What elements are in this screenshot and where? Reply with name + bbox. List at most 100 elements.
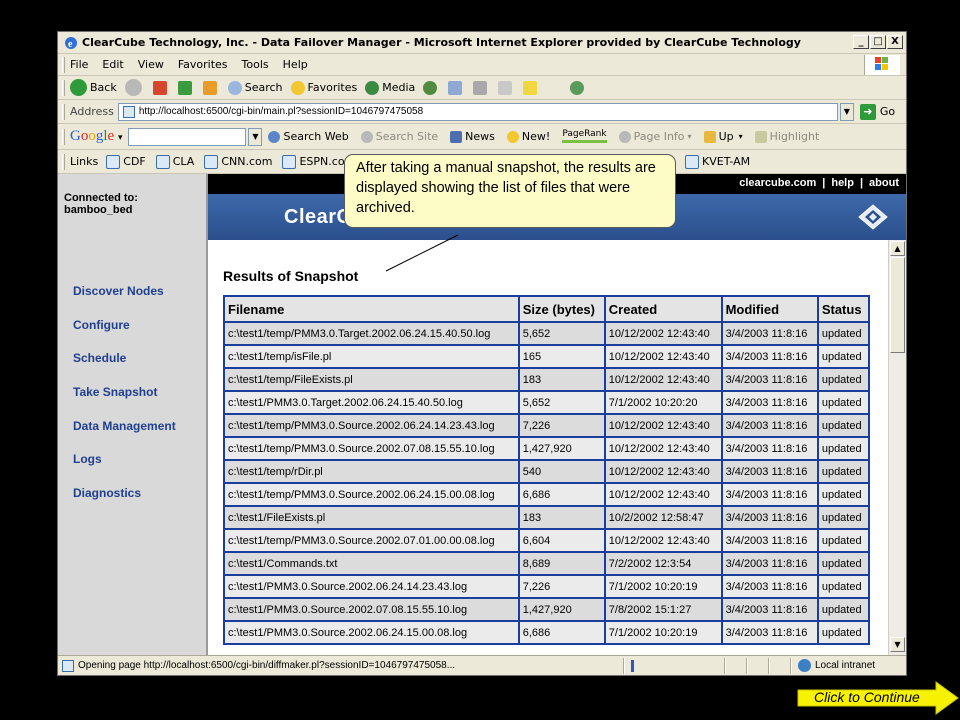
address-dropdown-button[interactable]: ▼ — [839, 102, 854, 121]
forward-button[interactable] — [124, 79, 145, 96]
go-button[interactable]: ➜ Go — [859, 103, 896, 120]
filename-cell: c:\test1/Commands.txt — [225, 553, 518, 574]
search-label: Search — [244, 81, 283, 94]
modified-cell: 3/4/2003 11:8:16 — [722, 369, 817, 390]
menu-file[interactable]: File — [70, 58, 88, 71]
security-zone[interactable]: Local intranet — [798, 659, 875, 672]
table-row: c:\test1/FileExists.pl 183 10/2/2002 12:58… — [225, 507, 868, 528]
link-kvet-am[interactable]: KVET-AM — [685, 154, 750, 169]
media-icon — [365, 80, 380, 95]
table-row: c:\test1/temp/PMM3.0.Source.2002.06.24.1… — [225, 415, 868, 436]
modified-cell: 3/4/2003 11:8:16 — [722, 484, 817, 505]
nav-schedule[interactable]: Schedule — [73, 351, 126, 365]
menu-edit[interactable]: Edit — [102, 58, 123, 71]
help-link[interactable]: help — [831, 177, 854, 189]
new-button[interactable]: New! — [506, 130, 550, 143]
print-button[interactable] — [473, 80, 490, 95]
table-row: c:\test1/temp/isFile.pl 165 10/12/2002 12:… — [225, 346, 868, 367]
results-body: c:\test1/temp/PMM3.0.Target.2002.06.24.1… — [225, 323, 868, 643]
page-icon — [122, 105, 135, 118]
back-button[interactable]: Back — [70, 79, 117, 96]
pagerank-meter[interactable]: PageRank — [562, 130, 607, 143]
history-button[interactable] — [423, 80, 440, 95]
favorites-button[interactable]: Favorites — [290, 80, 357, 95]
messenger-button[interactable] — [570, 80, 587, 95]
link-cdf[interactable]: CDF — [106, 154, 146, 169]
highlight-label: Highlight — [769, 130, 820, 143]
go-label: Go — [879, 105, 896, 118]
edit-button[interactable] — [498, 80, 515, 95]
table-row: c:\test1/PMM3.0.Target.2002.06.24.15.40.… — [225, 392, 868, 413]
menu-favorites[interactable]: Favorites — [178, 58, 228, 71]
status-cell: updated — [818, 507, 868, 528]
window-title: ClearCube Technology, Inc. - Data Failov… — [82, 36, 801, 49]
highlight-button[interactable]: Highlight — [754, 130, 820, 143]
scroll-down-button[interactable]: ▼ — [890, 637, 905, 652]
table-row: c:\test1/PMM3.0.Source.2002.06.24.15.00.… — [225, 622, 868, 643]
toolbar-grip[interactable] — [62, 128, 65, 145]
vertical-scrollbar[interactable]: ▲ ▼ — [888, 240, 906, 655]
size-cell: 7,226 — [519, 576, 604, 597]
address-bar: Address http://localhost:6500/cgi-bin/ma… — [58, 100, 906, 124]
scroll-up-button[interactable]: ▲ — [890, 241, 905, 256]
close-button[interactable]: X — [887, 35, 903, 49]
status-cell: updated — [818, 323, 868, 344]
toolbar-grip[interactable] — [62, 103, 65, 120]
toolbar-grip[interactable] — [62, 56, 65, 73]
link-cla[interactable]: CLA — [155, 154, 195, 169]
refresh-button[interactable] — [177, 80, 195, 95]
mail-button[interactable] — [448, 80, 465, 95]
search-button[interactable]: Search — [227, 80, 283, 95]
search-web-button[interactable]: Search Web — [268, 130, 349, 143]
maximize-button[interactable]: □ — [870, 35, 886, 49]
news-label: News — [465, 130, 495, 143]
table-row: c:\test1/temp/PMM3.0.Source.2002.06.24.1… — [225, 484, 868, 505]
nav-data-management[interactable]: Data Management — [73, 419, 176, 433]
menu-tools[interactable]: Tools — [242, 58, 269, 71]
page-info-button[interactable]: Page Info ▾ — [618, 130, 692, 143]
nav-logs[interactable]: Logs — [73, 452, 102, 466]
size-cell: 6,686 — [519, 484, 604, 505]
modified-cell: 3/4/2003 11:8:16 — [722, 323, 817, 344]
news-button[interactable]: News — [450, 130, 495, 143]
created-cell: 10/12/2002 12:43:40 — [605, 346, 721, 367]
filename-cell: c:\test1/temp/isFile.pl — [225, 346, 518, 367]
clearcube-link[interactable]: clearcube.com — [739, 177, 816, 189]
stop-button[interactable] — [152, 80, 170, 95]
menu-view[interactable]: View — [138, 58, 164, 71]
google-search-dropdown[interactable]: ▼ — [248, 127, 263, 146]
continue-label[interactable]: Click to Continue — [814, 689, 920, 705]
toolbar-grip[interactable] — [62, 153, 65, 170]
nav-discover-nodes[interactable]: Discover Nodes — [73, 284, 164, 298]
link-cnn[interactable]: CNN.com — [204, 154, 272, 169]
nav-configure[interactable]: Configure — [73, 318, 130, 332]
address-input[interactable]: http://localhost:6500/cgi-bin/main.pl?se… — [117, 102, 838, 121]
nav-diagnostics[interactable]: Diagnostics — [73, 486, 141, 500]
menu-help[interactable]: Help — [283, 58, 308, 71]
nav-take-snapshot[interactable]: Take Snapshot — [73, 385, 157, 399]
table-row: c:\test1/PMM3.0.Source.2002.07.08.15.55.… — [225, 599, 868, 620]
home-button[interactable] — [202, 80, 220, 95]
link-label: CLA — [172, 155, 195, 168]
minimize-button[interactable]: _ — [853, 35, 869, 49]
search-site-button[interactable]: Search Site — [360, 130, 438, 143]
up-button[interactable]: Up ▾ — [703, 130, 743, 143]
created-cell: 10/12/2002 12:43:40 — [605, 461, 721, 482]
modified-cell: 3/4/2003 11:8:16 — [722, 392, 817, 413]
google-search-input[interactable] — [128, 127, 247, 146]
toolbar-grip[interactable] — [62, 79, 65, 96]
media-button[interactable]: Media — [365, 80, 415, 95]
about-link[interactable]: about — [869, 177, 899, 189]
scrollbar-thumb[interactable] — [890, 257, 905, 353]
notes-button[interactable] — [523, 80, 540, 95]
created-cell: 10/12/2002 12:43:40 — [605, 530, 721, 551]
created-cell: 10/12/2002 12:43:40 — [605, 369, 721, 390]
filename-cell: c:\test1/temp/FileExists.pl — [225, 369, 518, 390]
created-cell: 7/1/2002 10:20:19 — [605, 622, 721, 643]
column-header-size: Size (bytes) — [519, 297, 604, 321]
ie-page-icon — [685, 154, 699, 169]
size-cell: 540 — [519, 461, 604, 482]
google-logo[interactable]: Google ▾ — [70, 128, 122, 145]
filename-cell: c:\test1/temp/PMM3.0.Source.2002.07.08.1… — [225, 438, 518, 459]
ie-page-icon — [155, 154, 170, 169]
